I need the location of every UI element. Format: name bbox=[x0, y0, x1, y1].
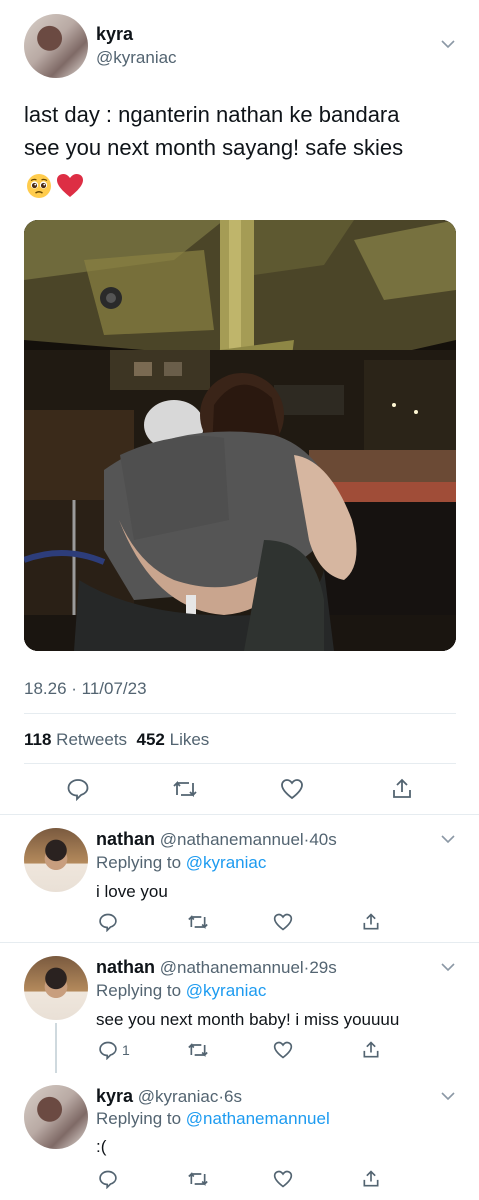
replying-to: Replying to @kyraniac bbox=[96, 853, 266, 873]
reply-text: :( bbox=[96, 1137, 107, 1156]
likes-count[interactable]: 452 bbox=[137, 730, 165, 749]
replying-to: Replying to @nathanemannuel bbox=[96, 1109, 330, 1129]
share-icon[interactable] bbox=[361, 1169, 381, 1189]
retweet-icon[interactable] bbox=[172, 777, 198, 801]
chevron-down-icon[interactable] bbox=[441, 1092, 455, 1101]
share-icon[interactable] bbox=[361, 912, 381, 932]
tweet-timestamp: 18.26 · 11/07/23 bbox=[24, 679, 147, 698]
retweets-label[interactable]: Retweets bbox=[56, 730, 127, 749]
replying-to: Replying to @kyraniac bbox=[96, 981, 266, 1001]
tweet-text: last day : nganterin nathan ke bandara s… bbox=[24, 98, 464, 164]
retweet-icon[interactable] bbox=[187, 1169, 209, 1189]
divider bbox=[24, 763, 456, 764]
chevron-down-icon[interactable] bbox=[441, 40, 455, 49]
airport-hug-photo bbox=[24, 220, 456, 651]
reply-time[interactable]: 29s bbox=[309, 958, 336, 977]
reply-header: nathan @nathanemannuel·40s bbox=[96, 829, 337, 850]
reply-count: 1 bbox=[122, 1042, 130, 1058]
reply-author-handle[interactable]: @nathanemannuel bbox=[160, 958, 304, 977]
reply-actions bbox=[0, 1169, 479, 1191]
share-icon[interactable] bbox=[390, 777, 414, 801]
tweet-actions bbox=[0, 777, 479, 803]
author-handle[interactable]: @kyraniac bbox=[96, 48, 177, 68]
reply-time[interactable]: 40s bbox=[309, 830, 336, 849]
pleading-face-emoji-icon bbox=[27, 174, 51, 198]
reply-tweet[interactable]: kyra @kyraniac·6s Replying to @nathanema… bbox=[0, 1073, 479, 1200]
likes-label[interactable]: Likes bbox=[170, 730, 210, 749]
like-icon[interactable] bbox=[273, 912, 293, 932]
reply-header: kyra @kyraniac·6s bbox=[96, 1086, 242, 1107]
replying-mention[interactable]: @kyraniac bbox=[186, 981, 267, 1000]
like-icon[interactable] bbox=[273, 1040, 293, 1060]
reply-avatar[interactable] bbox=[24, 1085, 88, 1149]
reply-author-handle[interactable]: @kyraniac bbox=[138, 1087, 219, 1106]
reply-header: nathan @nathanemannuel·29s bbox=[96, 957, 337, 978]
retweet-icon[interactable] bbox=[187, 912, 209, 932]
main-tweet: kyra @kyraniac last day : nganterin nath… bbox=[0, 0, 479, 815]
reply-author-name[interactable]: nathan bbox=[96, 957, 155, 977]
reply-author-name[interactable]: kyra bbox=[96, 1086, 133, 1106]
tweet-text-line: last day : nganterin nathan ke bandara bbox=[24, 102, 400, 127]
reply-author-name[interactable]: nathan bbox=[96, 829, 155, 849]
tweet-stats: 118 Retweets 452 Likes bbox=[24, 730, 209, 750]
tweet-photo[interactable] bbox=[24, 220, 456, 651]
reply-icon[interactable] bbox=[66, 777, 90, 801]
reply-avatar[interactable] bbox=[24, 828, 88, 892]
author-avatar[interactable] bbox=[24, 14, 88, 78]
reply-avatar[interactable] bbox=[24, 956, 88, 1020]
replying-prefix: Replying to bbox=[96, 981, 182, 1000]
reply-icon[interactable] bbox=[98, 912, 118, 932]
replying-prefix: Replying to bbox=[96, 1109, 182, 1128]
tweet-text-line: see you next month sayang! safe skies bbox=[24, 135, 404, 160]
reply-text: i love you bbox=[96, 882, 168, 901]
divider bbox=[24, 713, 456, 714]
reply-text: see you next month baby! i miss youuuu bbox=[96, 1010, 400, 1029]
red-heart-emoji-icon bbox=[57, 174, 83, 197]
reply-time[interactable]: 6s bbox=[224, 1087, 242, 1106]
replying-mention[interactable]: @nathanemannuel bbox=[186, 1109, 330, 1128]
reply-tweet[interactable]: nathan @nathanemannuel·40s Replying to @… bbox=[0, 815, 479, 943]
reply-actions: 1 bbox=[0, 1040, 479, 1062]
reply-actions bbox=[0, 912, 479, 934]
retweet-icon[interactable] bbox=[187, 1040, 209, 1060]
replying-prefix: Replying to bbox=[96, 853, 182, 872]
author-name[interactable]: kyra bbox=[96, 24, 133, 45]
like-icon[interactable] bbox=[273, 1169, 293, 1189]
reply-author-handle[interactable]: @nathanemannuel bbox=[160, 830, 304, 849]
share-icon[interactable] bbox=[361, 1040, 381, 1060]
chevron-down-icon[interactable] bbox=[441, 963, 455, 972]
reply-tweet[interactable]: nathan @nathanemannuel·29s Replying to @… bbox=[0, 943, 479, 1073]
retweets-count[interactable]: 118 bbox=[24, 730, 51, 749]
replying-mention[interactable]: @kyraniac bbox=[186, 853, 267, 872]
reply-icon bbox=[99, 1041, 117, 1060]
reply-button[interactable]: 1 bbox=[98, 1040, 130, 1060]
like-icon[interactable] bbox=[280, 777, 304, 801]
reply-icon[interactable] bbox=[98, 1169, 118, 1189]
chevron-down-icon[interactable] bbox=[441, 835, 455, 844]
